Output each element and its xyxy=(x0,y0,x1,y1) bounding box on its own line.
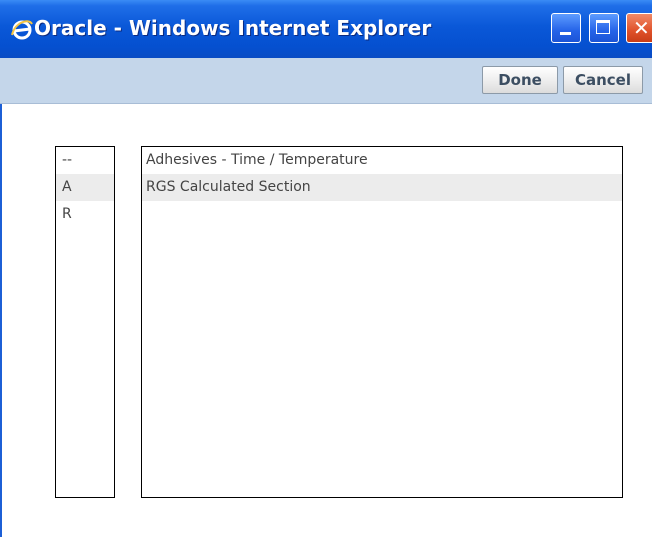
cancel-button[interactable]: Cancel xyxy=(563,66,643,94)
window-frame-left xyxy=(0,58,2,537)
list-item[interactable]: A xyxy=(56,174,114,201)
list-item[interactable]: Adhesives - Time / Temperature xyxy=(142,147,622,174)
title-bar[interactable]: Oracle - Windows Internet Explorer ✕ xyxy=(0,0,652,58)
list-item[interactable]: -- xyxy=(56,147,114,174)
window-title: Oracle - Windows Internet Explorer xyxy=(34,16,432,40)
index-letter-list[interactable]: -- A R xyxy=(55,146,115,498)
minimize-button[interactable] xyxy=(551,13,581,43)
close-button[interactable]: ✕ xyxy=(626,13,652,43)
done-button[interactable]: Done xyxy=(482,66,558,94)
internet-explorer-icon xyxy=(11,20,33,40)
maximize-button[interactable] xyxy=(589,13,619,43)
list-item[interactable]: RGS Calculated Section xyxy=(142,174,622,201)
section-list[interactable]: Adhesives - Time / Temperature RGS Calcu… xyxy=(141,146,623,498)
dialog-toolbar: Done Cancel xyxy=(0,58,652,104)
list-item[interactable]: R xyxy=(56,201,114,228)
close-icon: ✕ xyxy=(633,16,650,40)
